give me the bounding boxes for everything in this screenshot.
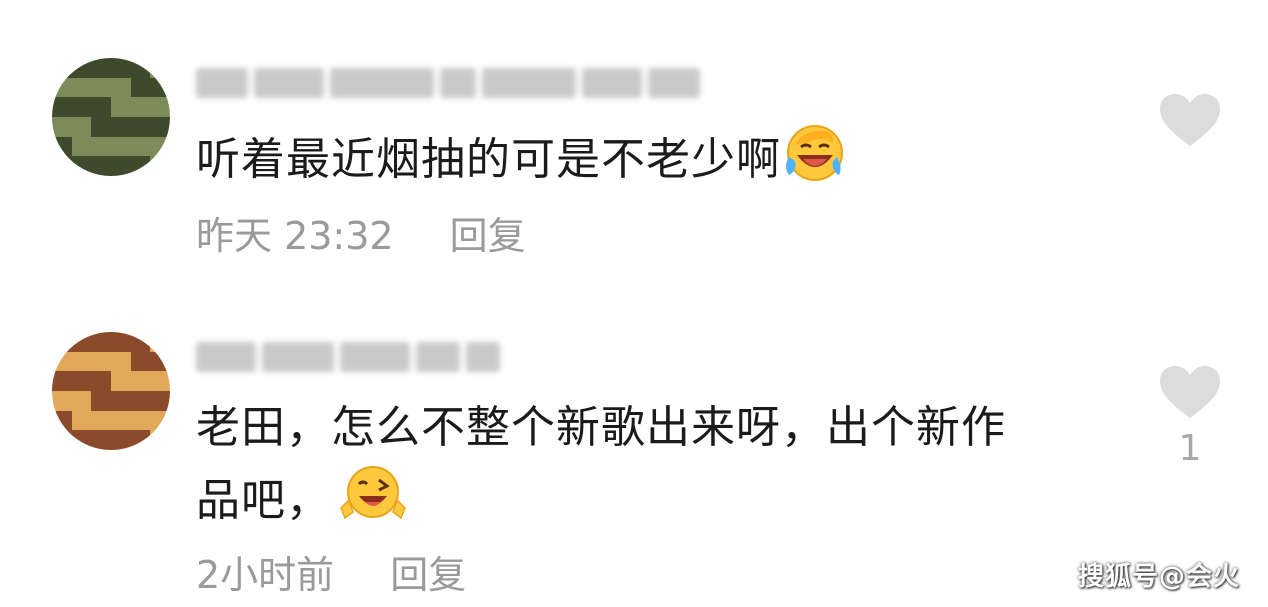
reply-button[interactable]: 回复 (390, 544, 466, 599)
comment-text-line: 品吧， (196, 462, 1006, 544)
username-blurred[interactable] (196, 336, 500, 378)
comment-item: 听着最近烟抽的可是不老少啊 昨天 23:32 回复 (0, 0, 1268, 290)
comment-text-line-2: 品吧， (196, 475, 331, 526)
username-blurred[interactable] (196, 62, 700, 104)
laughing-crying-emoji (781, 121, 845, 203)
comment-text-content: 听着最近烟抽的可是不老少啊 (196, 134, 781, 185)
heart-icon (1160, 94, 1220, 146)
comment-text: 听着最近烟抽的可是不老少啊 (196, 121, 845, 203)
heart-icon (1160, 366, 1220, 418)
avatar[interactable] (52, 58, 170, 176)
like-button[interactable] (1158, 92, 1222, 156)
comment-text-line: 老田，怎么不整个新歌出来呀，出个新作 (196, 402, 1006, 453)
avatar[interactable] (52, 332, 170, 450)
reply-button[interactable]: 回复 (450, 205, 526, 260)
watermark: 搜狐号@会火 (1077, 562, 1240, 592)
comment-text: 老田，怎么不整个新歌出来呀，出个新作 品吧， (196, 394, 1006, 544)
comment-time: 2小时前 (196, 552, 335, 597)
comment-meta: 昨天 23:32 回复 (196, 205, 526, 260)
comment-time: 昨天 23:32 (196, 213, 394, 258)
winking-emoji (337, 462, 409, 544)
like-count: 1 (1178, 428, 1202, 469)
comment-meta: 2小时前 回复 (196, 544, 466, 599)
like-button[interactable]: 1 (1158, 364, 1222, 469)
